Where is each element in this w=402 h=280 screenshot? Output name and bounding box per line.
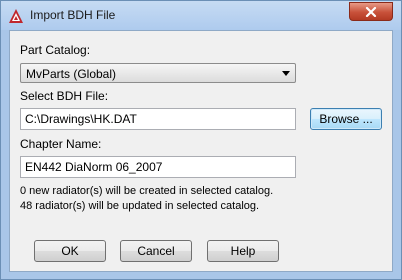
part-catalog-value: MvParts (Global)	[26, 67, 117, 81]
part-catalog-dropdown[interactable]: MvParts (Global)	[20, 63, 296, 83]
import-bdh-dialog: Import BDH File Part Catalog: MvParts (G…	[0, 0, 402, 280]
dialog-body: Part Catalog: MvParts (Global) Select BD…	[9, 30, 393, 272]
close-button[interactable]	[349, 2, 393, 21]
chapter-name-field[interactable]	[20, 156, 296, 178]
window-title: Import BDH File	[30, 8, 116, 22]
title-bar[interactable]: Import BDH File	[1, 1, 401, 30]
chapter-name-input[interactable]	[21, 157, 295, 177]
help-button[interactable]: Help	[207, 240, 279, 262]
select-bdh-file-label: Select BDH File:	[20, 89, 109, 103]
part-catalog-label: Part Catalog:	[20, 43, 91, 57]
bdh-file-field[interactable]	[20, 108, 296, 130]
chevron-down-icon	[282, 71, 290, 76]
autocad-logo-icon	[8, 8, 24, 24]
browse-button[interactable]: Browse ...	[310, 108, 382, 130]
info-created: 0 new radiator(s) will be created in sel…	[20, 185, 274, 197]
chapter-name-label: Chapter Name:	[20, 137, 102, 151]
close-icon	[365, 7, 377, 17]
ok-button[interactable]: OK	[34, 240, 106, 262]
info-updated: 48 radiator(s) will be updated in select…	[20, 200, 260, 212]
cancel-button[interactable]: Cancel	[120, 240, 192, 262]
bdh-file-input[interactable]	[21, 109, 295, 129]
